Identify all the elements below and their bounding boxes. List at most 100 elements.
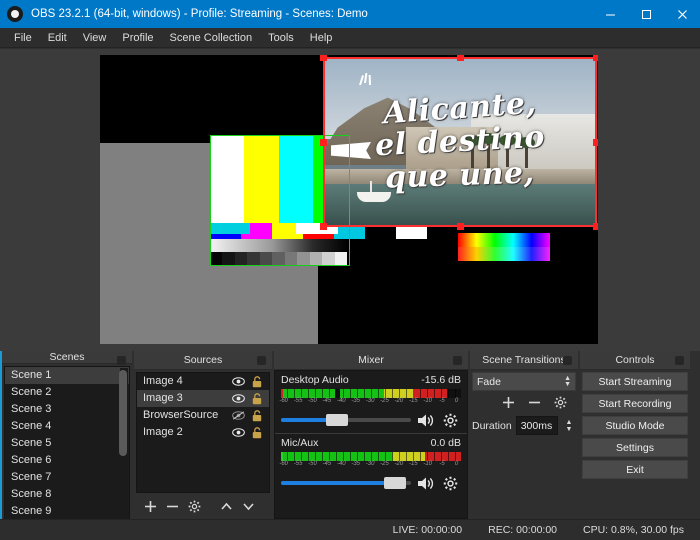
mixer-channel-mic-aux: Mic/Aux 0.0 dB -60 -55 -50 -45 -40 -35 -… — [275, 434, 467, 491]
gear-icon[interactable] — [443, 475, 461, 491]
mixer-volume-row — [281, 475, 461, 491]
window-controls — [592, 0, 700, 28]
preview-area[interactable]: Alicante, el destino que une, — [0, 49, 700, 351]
scenes-scroll-thumb[interactable] — [119, 370, 127, 456]
close-icon[interactable] — [664, 0, 700, 28]
eye-hidden-icon[interactable] — [228, 410, 248, 421]
scene-list-item[interactable]: Scene 3 — [5, 401, 129, 418]
mixer-dock: Mixer Desktop Audio -15.6 dB -60 -55 -50… — [274, 351, 468, 519]
db-tick: -20 — [394, 398, 404, 404]
lock-open-icon[interactable] — [248, 426, 266, 439]
sources-list[interactable]: Image 4 Image 3 BrowserSource Image 2 — [136, 372, 270, 493]
scene-label: Scene 4 — [11, 420, 52, 432]
panel-close-icon[interactable] — [675, 356, 684, 365]
db-tick: 0 — [454, 461, 459, 467]
chevron-updown-icon[interactable]: ▲ ▼ — [564, 375, 571, 388]
scene-list-item[interactable]: Scene 1 — [5, 367, 129, 384]
panel-close-icon[interactable] — [453, 356, 462, 365]
volume-slider[interactable] — [281, 414, 411, 426]
gear-icon[interactable] — [184, 497, 204, 515]
db-tick: -20 — [394, 461, 404, 467]
scene-list-item[interactable]: Scene 6 — [5, 452, 129, 469]
db-tick: -55 — [293, 398, 303, 404]
scene-label: Scene 7 — [11, 471, 52, 483]
transitions-dock: Scene Transitions Fade ▲ ▼ Duration 300m… — [470, 351, 578, 519]
db-tick: -50 — [308, 398, 317, 404]
db-tick: -35 — [351, 398, 361, 404]
scene-label: Scene 1 — [11, 369, 52, 381]
sources-toolbar — [136, 495, 270, 517]
start-streaming-button[interactable]: Start Streaming — [582, 372, 688, 391]
chevron-down-icon[interactable] — [238, 497, 258, 515]
status-live: LIVE: 00:00:00 — [392, 524, 463, 536]
mixer-dock-header: Mixer — [274, 351, 468, 370]
db-tick: -5 — [439, 398, 445, 404]
menu-item-tools[interactable]: Tools — [260, 28, 302, 48]
palm-tree-icon — [480, 133, 497, 169]
exit-button[interactable]: Exit — [582, 460, 688, 479]
menu-item-file[interactable]: File — [6, 28, 40, 48]
studio-mode-button[interactable]: Studio Mode — [582, 416, 688, 435]
source-label: Image 2 — [143, 426, 183, 438]
add-icon[interactable] — [498, 393, 518, 411]
db-tick: 0 — [454, 398, 459, 404]
panel-close-icon[interactable] — [257, 356, 266, 365]
source-list-item[interactable]: Image 2 — [137, 424, 269, 441]
mixer-channel-level: -15.6 dB — [421, 374, 461, 386]
eye-visible-icon[interactable] — [228, 427, 248, 438]
speaker-icon[interactable] — [417, 475, 437, 491]
start-recording-button[interactable]: Start Recording — [582, 394, 688, 413]
source-list-item[interactable]: Image 3 — [137, 390, 269, 407]
eye-visible-icon[interactable] — [228, 376, 248, 387]
image-source-alicante[interactable]: Alicante, el destino que une, — [325, 59, 595, 225]
alicante-boat — [357, 180, 392, 202]
volume-slider[interactable] — [281, 477, 411, 489]
controls-dock: Controls Start Streaming Start Recording… — [580, 351, 690, 519]
preview-canvas[interactable]: Alicante, el destino que une, — [100, 55, 598, 344]
scene-list-item[interactable]: Scene 5 — [5, 435, 129, 452]
remove-icon[interactable] — [162, 497, 182, 515]
source-list-item[interactable]: Image 4 — [137, 373, 269, 390]
scenes-list[interactable]: Scene 1 Scene 2 Scene 3 Scene 4 Scene 5 … — [4, 366, 130, 521]
db-tick: -15 — [408, 461, 418, 467]
minimize-icon[interactable] — [592, 0, 628, 28]
menu-item-edit[interactable]: Edit — [40, 28, 75, 48]
scene-list-item[interactable]: Scene 9 — [5, 503, 129, 520]
duration-input[interactable]: 300ms — [515, 416, 558, 435]
lock-open-icon[interactable] — [248, 409, 266, 422]
scenes-dock-header: Scenes — [2, 351, 132, 365]
scene-list-item[interactable]: Scene 7 — [5, 469, 129, 486]
lock-open-icon[interactable] — [248, 375, 266, 388]
panel-close-icon[interactable] — [117, 356, 126, 365]
scene-label: Scene 9 — [11, 505, 52, 517]
add-icon[interactable] — [140, 497, 160, 515]
remove-icon[interactable] — [524, 393, 544, 411]
menu-bar: File Edit View Profile Scene Collection … — [0, 28, 700, 48]
transition-select[interactable]: Fade ▲ ▼ — [472, 372, 576, 391]
duration-stepper[interactable]: ▲ ▼ — [562, 416, 576, 435]
menu-item-profile[interactable]: Profile — [114, 28, 161, 48]
transitions-dock-header: Scene Transitions — [470, 351, 578, 370]
panel-close-icon[interactable] — [563, 356, 572, 365]
eye-visible-icon[interactable] — [228, 393, 248, 404]
scene-list-item[interactable]: Scene 4 — [5, 418, 129, 435]
source-list-item[interactable]: BrowserSource — [137, 407, 269, 424]
scene-label: Scene 6 — [11, 454, 52, 466]
menu-item-scene-collection[interactable]: Scene Collection — [162, 28, 261, 48]
gear-icon[interactable] — [443, 412, 461, 428]
alicante-accent-marks — [359, 72, 373, 87]
db-tick: -15 — [408, 398, 418, 404]
mixer-db-scale: -60 -55 -50 -45 -40 -35 -30 -25 -20 -15 … — [279, 398, 461, 408]
mixer-channel-name: Mic/Aux — [281, 437, 319, 449]
menu-item-view[interactable]: View — [75, 28, 115, 48]
maximize-icon[interactable] — [628, 0, 664, 28]
lock-open-icon[interactable] — [248, 392, 266, 405]
scene-list-item[interactable]: Scene 2 — [5, 384, 129, 401]
settings-button[interactable]: Settings — [582, 438, 688, 457]
chevron-up-icon[interactable] — [216, 497, 236, 515]
gear-icon[interactable] — [550, 393, 570, 411]
scene-list-item[interactable]: Scene 8 — [5, 486, 129, 503]
scenes-scrollbar[interactable] — [119, 368, 128, 519]
menu-item-help[interactable]: Help — [302, 28, 341, 48]
speaker-icon[interactable] — [417, 412, 437, 428]
